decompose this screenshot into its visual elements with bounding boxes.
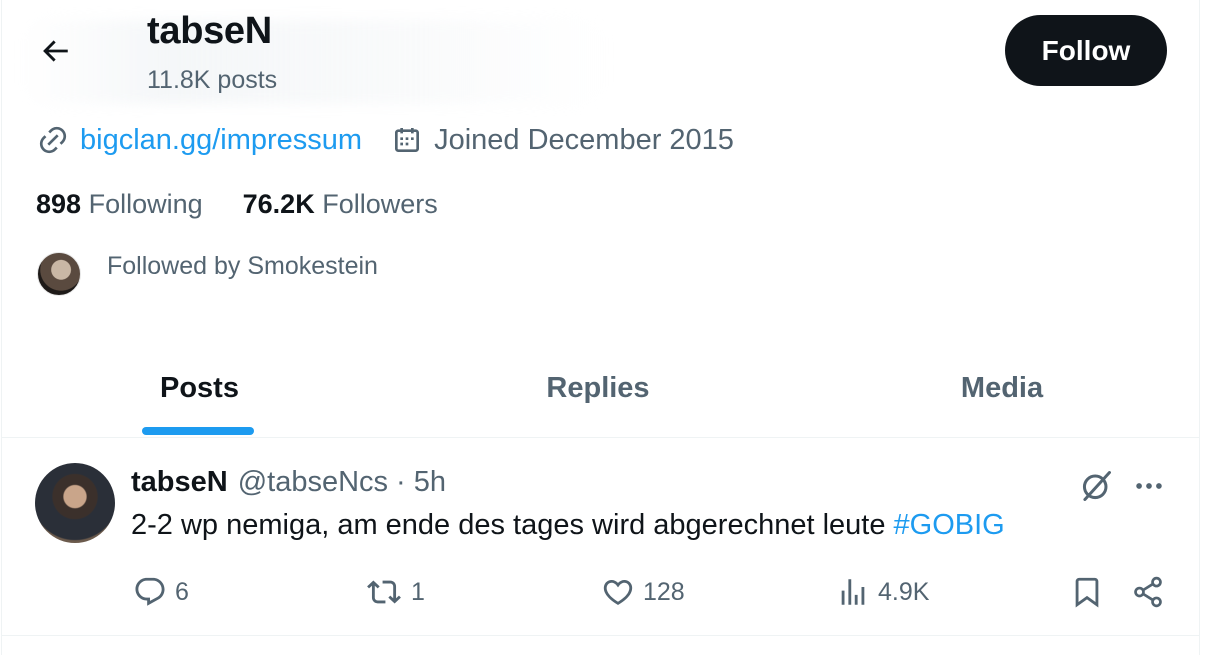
post-author-handle[interactable]: @tabseNcs [238,466,388,499]
more-button[interactable] [1128,466,1170,506]
more-icon [1136,483,1162,489]
post-header: tabseN @tabseNcs · 5h [131,466,446,499]
followers-link[interactable]: 76.2K Followers [243,189,438,220]
following-link[interactable]: 898 Following [36,189,203,220]
tab-replies[interactable]: Replies [398,340,798,436]
share-button[interactable] [1131,572,1173,612]
views-button[interactable]: 4.9K [836,572,929,612]
post-count: 11.8K posts [147,66,278,94]
like-count: 128 [643,577,685,606]
following-label: Following [88,189,203,219]
back-arrow-icon [43,40,68,62]
post-timestamp[interactable]: 5h [414,466,446,499]
followers-count: 76.2K [242,189,315,219]
followed-by-avatar[interactable] [37,252,81,296]
link-icon [36,123,70,157]
reply-icon [135,577,165,606]
bookmark-icon [1075,577,1099,608]
profile-meta: bigclan.gg/impressum Joined December 201… [36,120,734,160]
like-button[interactable]: 128 [601,572,685,612]
bookmark-button[interactable] [1070,572,1112,612]
view-count: 4.9K [878,577,930,606]
repost-icon [367,580,401,604]
post-divider [2,635,1199,636]
follow-counts: 898 Following 76.2K Followers [36,189,438,220]
joined-date: Joined December 2015 [434,123,734,156]
post-author-name[interactable]: tabseN [131,466,228,499]
post-body: 2-2 wp nemiga, am ende des tages wird ab… [131,509,894,541]
share-icon [1134,576,1162,608]
header-blur-background [20,20,610,104]
left-border [1,0,2,655]
tab-posts[interactable]: Posts [2,340,397,436]
follow-button[interactable]: Follow [1005,15,1167,86]
following-count: 898 [36,189,82,219]
followers-label: Followers [322,189,438,219]
active-tab-indicator [142,427,254,435]
repost-button[interactable]: 1 [365,572,425,612]
tab-media[interactable]: Media [802,340,1202,436]
right-border [1199,0,1200,655]
like-icon [603,579,633,605]
profile-tabs: Posts Replies Media [2,340,1199,436]
reply-count: 6 [175,577,189,606]
post-hashtag[interactable]: #GOBIG [894,509,1005,541]
profile-name: tabseN [147,10,272,52]
post-separator: · [396,466,406,498]
views-icon [841,579,865,605]
tabs-divider [2,437,1199,438]
post-author-avatar[interactable] [35,463,115,543]
reply-button[interactable]: 6 [133,572,189,612]
grok-icon [1082,471,1111,501]
calendar-icon [390,123,424,157]
grok-button[interactable] [1074,464,1118,508]
back-button[interactable] [26,22,84,80]
post-text: 2-2 wp nemiga, am ende des tages wird ab… [131,509,1005,542]
followed-by-text[interactable]: Followed by Smokestein [107,252,378,281]
website-link[interactable]: bigclan.gg/impressum [80,124,362,157]
repost-count: 1 [411,577,425,606]
